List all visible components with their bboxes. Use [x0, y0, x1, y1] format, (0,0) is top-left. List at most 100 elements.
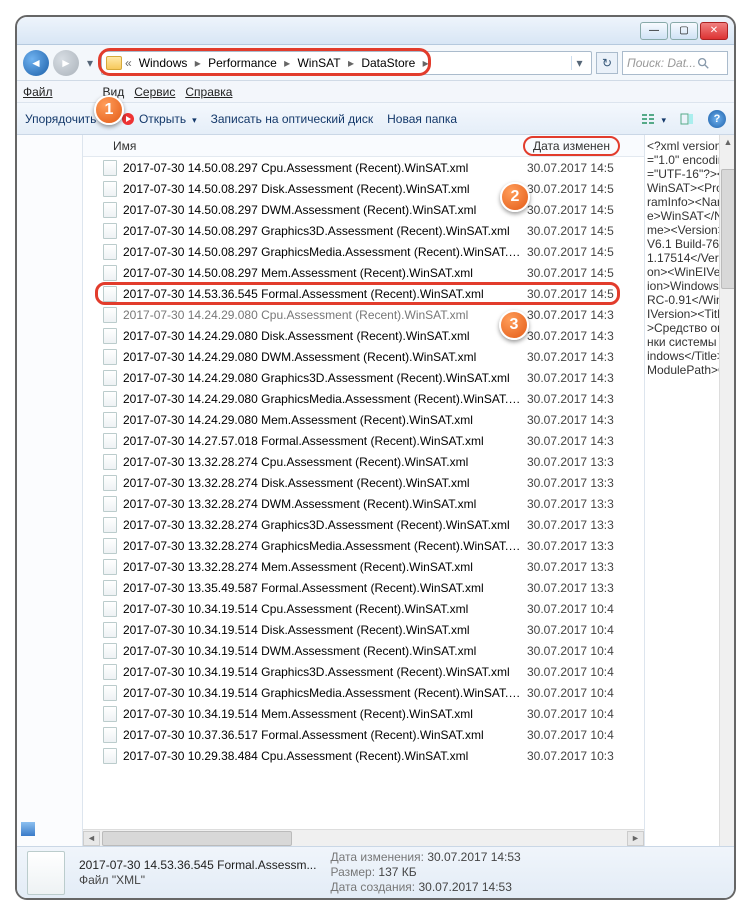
file-row[interactable]: 2017-07-30 14.50.08.297 GraphicsMedia.As… [83, 241, 644, 262]
menu-file[interactable]: Файл [23, 85, 53, 99]
file-row[interactable]: 2017-07-30 10.29.38.484 Cpu.Assessment (… [83, 745, 644, 766]
file-row[interactable]: 2017-07-30 14.50.08.297 Disk.Assessment … [83, 178, 644, 199]
burn-button[interactable]: Записать на оптический диск [211, 112, 374, 126]
file-row[interactable]: 2017-07-30 10.34.19.514 Graphics3D.Asses… [83, 661, 644, 682]
history-dropdown[interactable]: ▾ [83, 50, 97, 76]
selected-file-type: Файл "XML" [79, 873, 316, 888]
refresh-button[interactable]: ↻ [596, 52, 618, 74]
file-date: 30.07.2017 14:5 [527, 266, 614, 280]
file-icon [103, 601, 117, 617]
file-row[interactable]: 2017-07-30 14.50.08.297 Mem.Assessment (… [83, 262, 644, 283]
file-row[interactable]: 2017-07-30 10.34.19.514 Disk.Assessment … [83, 619, 644, 640]
new-folder-button[interactable]: Новая папка [387, 112, 457, 126]
file-icon [103, 517, 117, 533]
file-row[interactable]: 2017-07-30 14.24.29.080 DWM.Assessment (… [83, 346, 644, 367]
preview-pane-button[interactable] [680, 112, 694, 126]
file-row[interactable]: 2017-07-30 14.50.08.297 DWM.Assessment (… [83, 199, 644, 220]
preview-pane: <?xml version="1.0" encoding="UTF-16"?><… [644, 135, 734, 846]
nav-pane[interactable] [17, 135, 83, 846]
file-icon [103, 496, 117, 512]
file-name: 2017-07-30 10.34.19.514 DWM.Assessment (… [123, 644, 521, 658]
breadcrumb-performance[interactable]: Performance [204, 56, 281, 70]
forward-button[interactable]: ► [53, 50, 79, 76]
file-name: 2017-07-30 14.24.29.080 Graphics3D.Asses… [123, 371, 521, 385]
file-row[interactable]: 2017-07-30 14.50.08.297 Graphics3D.Asses… [83, 220, 644, 241]
scroll-left-arrow[interactable]: ◄ [83, 831, 100, 846]
file-row[interactable]: 2017-07-30 14.53.36.545 Formal.Assessmen… [83, 283, 644, 304]
modified-date: 30.07.2017 14:53 [427, 850, 520, 864]
file-row[interactable]: 2017-07-30 10.34.19.514 Cpu.Assessment (… [83, 598, 644, 619]
file-row[interactable]: 2017-07-30 10.37.36.517 Formal.Assessmen… [83, 724, 644, 745]
file-row[interactable]: 2017-07-30 14.24.29.080 Mem.Assessment (… [83, 409, 644, 430]
open-button[interactable]: Открыть [121, 112, 197, 126]
file-date: 30.07.2017 10:4 [527, 623, 614, 637]
file-row[interactable]: 2017-07-30 14.24.29.080 GraphicsMedia.As… [83, 388, 644, 409]
column-header-name[interactable]: Имя [83, 139, 523, 153]
chevron-right-icon: ▸ [345, 56, 358, 70]
file-row[interactable]: 2017-07-30 14.24.29.080 Disk.Assessment … [83, 325, 644, 346]
file-row[interactable]: 2017-07-30 14.24.29.080 Cpu.Assessment (… [83, 304, 644, 325]
file-row[interactable]: 2017-07-30 14.27.57.018 Formal.Assessmen… [83, 430, 644, 451]
horizontal-scrollbar[interactable]: ◄ ► [83, 829, 644, 846]
file-date: 30.07.2017 10:4 [527, 602, 614, 616]
file-date: 30.07.2017 10:3 [527, 749, 614, 763]
file-icon [103, 412, 117, 428]
view-mode-button[interactable] [641, 112, 666, 126]
file-row[interactable]: 2017-07-30 13.32.28.274 GraphicsMedia.As… [83, 535, 644, 556]
chevron-right-icon: ▸ [281, 56, 294, 70]
file-date: 30.07.2017 14:5 [527, 203, 614, 217]
file-name: 2017-07-30 14.50.08.297 DWM.Assessment (… [123, 203, 521, 217]
file-row[interactable]: 2017-07-30 13.32.28.274 Disk.Assessment … [83, 472, 644, 493]
file-date: 30.07.2017 10:4 [527, 728, 614, 742]
file-row[interactable]: 2017-07-30 13.32.28.274 Mem.Assessment (… [83, 556, 644, 577]
file-row[interactable]: 2017-07-30 14.24.29.080 Graphics3D.Asses… [83, 367, 644, 388]
file-icon [103, 538, 117, 554]
address-bar[interactable]: « Windows ▸ Performance ▸ WinSAT ▸ DataS… [101, 51, 592, 75]
minimize-button[interactable]: — [640, 22, 668, 40]
file-date: 30.07.2017 14:3 [527, 371, 614, 385]
file-row[interactable]: 2017-07-30 14.50.08.297 Cpu.Assessment (… [83, 157, 644, 178]
file-row[interactable]: 2017-07-30 13.32.28.274 Cpu.Assessment (… [83, 451, 644, 472]
file-name: 2017-07-30 10.37.36.517 Formal.Assessmen… [123, 728, 521, 742]
breadcrumb-datastore[interactable]: DataStore [357, 56, 419, 70]
search-input[interactable]: Поиск: Dat... [622, 51, 728, 75]
address-dropdown[interactable]: ▾ [571, 56, 587, 70]
file-icon [103, 202, 117, 218]
file-list[interactable]: 2017-07-30 14.50.08.297 Cpu.Assessment (… [83, 157, 644, 829]
column-header-date[interactable]: Дата изменен [523, 136, 620, 156]
file-icon [103, 580, 117, 596]
close-button[interactable]: ✕ [700, 22, 728, 40]
file-row[interactable]: 2017-07-30 10.34.19.514 DWM.Assessment (… [83, 640, 644, 661]
file-row[interactable]: 2017-07-30 10.34.19.514 Mem.Assessment (… [83, 703, 644, 724]
search-placeholder: Поиск: Dat... [627, 56, 696, 70]
file-date: 30.07.2017 13:3 [527, 581, 614, 595]
titlebar: — ▢ ✕ [17, 17, 734, 45]
file-row[interactable]: 2017-07-30 13.32.28.274 Graphics3D.Asses… [83, 514, 644, 535]
menu-help[interactable]: Справка [185, 85, 232, 99]
chevron-right-icon: ▸ [419, 56, 428, 70]
file-row[interactable]: 2017-07-30 10.34.19.514 GraphicsMedia.As… [83, 682, 644, 703]
preview-pane-icon [680, 112, 694, 126]
file-name: 2017-07-30 14.53.36.545 Formal.Assessmen… [123, 287, 521, 301]
breadcrumb-windows[interactable]: Windows [135, 56, 192, 70]
menu-tools[interactable]: Сервис [134, 85, 175, 99]
search-icon [696, 56, 710, 70]
scroll-right-arrow[interactable]: ► [627, 831, 644, 846]
file-row[interactable]: 2017-07-30 13.35.49.587 Formal.Assessmen… [83, 577, 644, 598]
file-date: 30.07.2017 14:3 [527, 308, 614, 322]
preview-scroll-thumb[interactable] [721, 169, 736, 289]
file-date: 30.07.2017 14:3 [527, 434, 614, 448]
file-icon [103, 643, 117, 659]
file-name: 2017-07-30 14.24.29.080 DWM.Assessment (… [123, 350, 521, 364]
file-icon [103, 286, 117, 302]
menubar: Файл Вид Сервис Справка [17, 81, 734, 103]
file-icon [103, 265, 117, 281]
help-button[interactable]: ? [708, 110, 726, 128]
nav-row: ◄ ► ▾ « Windows ▸ Performance ▸ WinSAT ▸… [17, 45, 734, 81]
scroll-thumb[interactable] [102, 831, 292, 846]
maximize-button[interactable]: ▢ [670, 22, 698, 40]
breadcrumb-winsat[interactable]: WinSAT [293, 56, 344, 70]
preview-vertical-scrollbar[interactable]: ▲ [719, 135, 736, 846]
file-row[interactable]: 2017-07-30 13.32.28.274 DWM.Assessment (… [83, 493, 644, 514]
back-button[interactable]: ◄ [23, 50, 49, 76]
